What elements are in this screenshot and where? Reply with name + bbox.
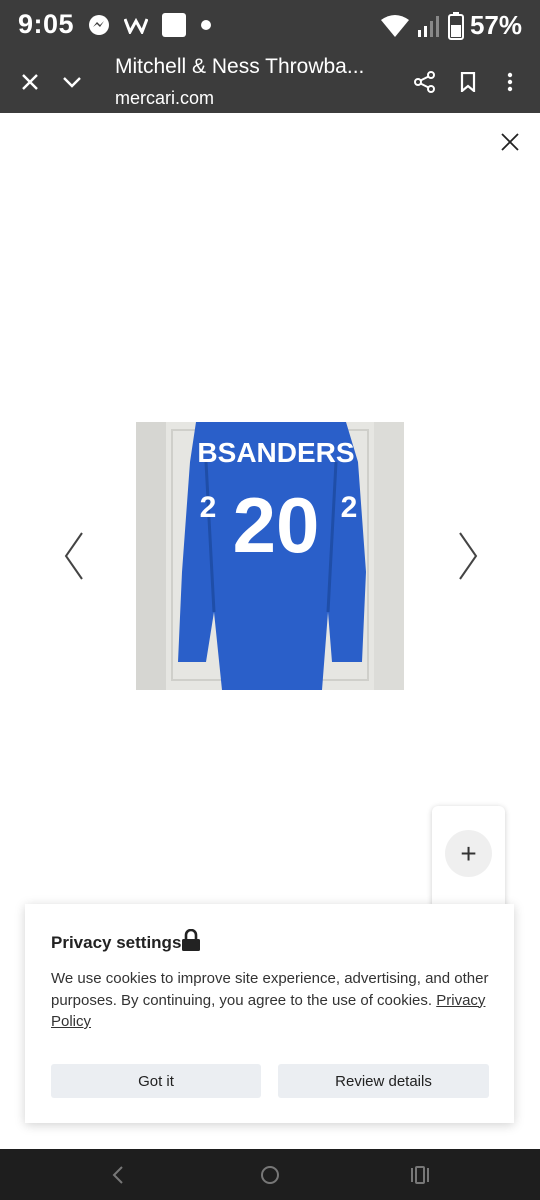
privacy-body: We use cookies to improve site experienc… [51, 970, 489, 1009]
privacy-dialog: Privacy settings We use cookies to impro… [25, 904, 514, 1123]
viewer-close-icon[interactable] [498, 130, 522, 154]
sleeve-number-right: 2 [341, 491, 358, 524]
close-icon[interactable] [18, 70, 42, 94]
sleeve-number-left: 2 [200, 491, 217, 524]
jersey-number: 20 [233, 481, 320, 569]
bookmark-icon[interactable] [456, 70, 480, 94]
zoom-controls: + [432, 806, 505, 916]
product-photo: BSANDERS 20 2 2 [136, 422, 404, 690]
w-app-icon [124, 17, 148, 34]
share-icon[interactable] [413, 70, 437, 94]
page-url: mercari.com [115, 88, 215, 108]
battery-percent: 57% [469, 10, 522, 40]
wifi-icon [380, 14, 409, 37]
dot-icon [201, 20, 211, 30]
signal-icon [417, 15, 439, 37]
home-icon[interactable] [258, 1163, 282, 1187]
next-image-icon[interactable] [452, 530, 482, 582]
system-nav-bar [0, 1149, 540, 1200]
notification-icons [88, 13, 212, 37]
lock-icon [181, 928, 201, 957]
recents-icon[interactable] [408, 1163, 432, 1187]
square-app-icon [162, 13, 186, 37]
page-title: Mitchell & Ness Throwba... [115, 55, 365, 78]
got-it-button[interactable]: Got it [51, 1064, 261, 1098]
status-time: 9:05 [18, 9, 75, 39]
more-vert-icon[interactable] [498, 70, 522, 94]
back-icon[interactable] [108, 1163, 128, 1187]
messenger-icon [89, 15, 109, 35]
privacy-title: Privacy settings [51, 933, 182, 952]
jersey-name: BSANDERS [197, 437, 354, 468]
zoom-in-button[interactable]: + [445, 830, 492, 877]
chevron-down-icon[interactable] [60, 70, 84, 94]
review-details-button[interactable]: Review details [278, 1064, 489, 1098]
system-icons: 57% [380, 10, 522, 41]
privacy-text: We use cookies to improve site experienc… [51, 968, 491, 1033]
previous-image-icon[interactable] [60, 530, 90, 582]
browser-toolbar: Mitchell & Ness Throwba... mercari.com [0, 50, 540, 113]
status-bar: 9:05 57% [0, 0, 540, 50]
battery-icon [447, 11, 464, 40]
